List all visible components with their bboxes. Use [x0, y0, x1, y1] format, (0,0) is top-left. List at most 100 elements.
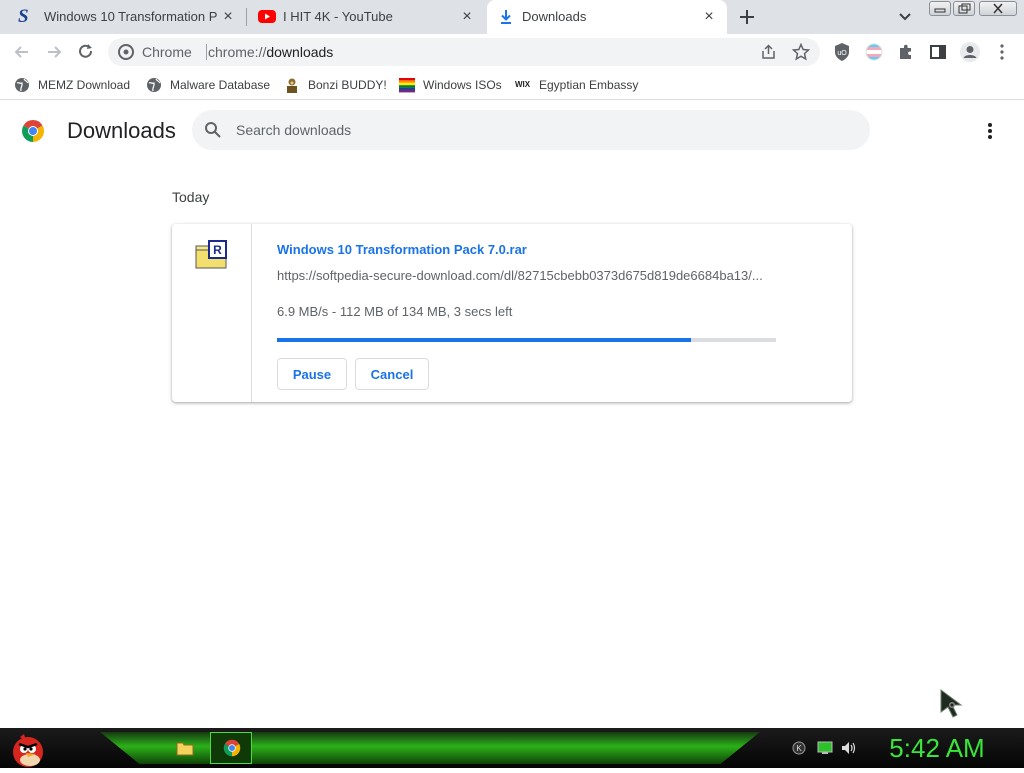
start-button[interactable] [8, 728, 48, 768]
bookmark-bonzi-buddy[interactable]: Bonzi BUDDY! [284, 76, 387, 94]
wix-icon: WIX [515, 80, 531, 89]
url-path: downloads [266, 44, 334, 60]
extensions-button[interactable] [897, 43, 915, 61]
close-icon[interactable]: × [701, 9, 717, 25]
downloads-header: Downloads [0, 102, 1024, 160]
downloads-menu-button[interactable] [980, 120, 1000, 142]
minimize-button[interactable] [929, 1, 951, 16]
download-item-card: R Windows 10 Transformation Pack 7.0.rar… [172, 224, 852, 402]
search-icon [204, 121, 222, 139]
back-arrow-icon [14, 46, 28, 58]
tab-title: Windows 10 Transformation Pack 7.0 - Dow… [44, 9, 218, 24]
bookmark-malware-database[interactable]: Malware Database [146, 76, 270, 94]
youtube-icon [258, 10, 276, 23]
forward-button[interactable] [44, 42, 64, 62]
file-name-link[interactable]: Windows 10 Transformation Pack 7.0.rar [277, 242, 527, 257]
close-window-button[interactable] [979, 1, 1017, 16]
ublock-extension-button[interactable]: uO [833, 42, 851, 62]
tray-language-icon[interactable]: K [792, 741, 806, 755]
pause-button[interactable]: Pause [277, 358, 347, 390]
bookmark-star-button[interactable] [791, 42, 811, 61]
cancel-button[interactable]: Cancel [355, 358, 429, 390]
rar-file-icon: R [195, 240, 229, 270]
browser-menu-button[interactable] [995, 43, 1009, 61]
download-arrow-icon [499, 9, 513, 25]
star-icon [791, 42, 811, 61]
tray-network-icon[interactable] [817, 741, 833, 755]
taskbar-explorer-button[interactable] [176, 740, 194, 756]
side-panel-button[interactable] [929, 43, 947, 61]
share-icon [762, 44, 775, 59]
reload-icon [79, 44, 93, 58]
svg-text:uO: uO [837, 50, 847, 57]
restore-button[interactable] [953, 1, 975, 16]
new-tab-button[interactable] [737, 7, 757, 27]
source-url-link[interactable]: https://softpedia-secure-download.com/dl… [277, 268, 777, 283]
bookmark-egyptian-embassy[interactable]: WIX Egyptian Embassy [515, 76, 638, 94]
close-icon [993, 3, 1003, 14]
tab-youtube[interactable]: I HIT 4K - YouTube × [247, 0, 485, 34]
bookmarks-bar: MEMZ Download Malware Database Bonzi BUD… [0, 70, 1024, 100]
taskbar-clock[interactable]: 5:42 AM [872, 732, 1002, 764]
back-button[interactable] [12, 42, 32, 62]
side-panel-icon [930, 45, 946, 59]
chrome-logo-icon [118, 44, 134, 60]
search-downloads-box[interactable] [192, 110, 870, 150]
plus-icon [740, 10, 754, 24]
svg-text:K: K [796, 744, 802, 753]
chevron-down-icon [899, 13, 911, 21]
angry-bird-icon [13, 734, 43, 767]
close-icon[interactable]: × [459, 9, 475, 25]
tray-volume-icon[interactable] [841, 741, 857, 755]
tab-downloads[interactable]: Downloads × [487, 0, 727, 34]
bookmark-label: Windows ISOs [423, 78, 502, 92]
page-title: Downloads [67, 118, 176, 143]
svg-text:R: R [213, 243, 222, 257]
forward-arrow-icon [48, 46, 62, 58]
mouse-cursor-icon [938, 688, 970, 720]
shield-icon: uO [835, 43, 849, 61]
tab-title: I HIT 4K - YouTube [283, 9, 393, 24]
taskbar-glow [100, 732, 760, 764]
tab-search-button[interactable] [896, 9, 914, 25]
bookmark-memz-download[interactable]: MEMZ Download [14, 76, 130, 94]
reload-button[interactable] [76, 42, 96, 62]
avatar [960, 42, 980, 62]
folder-icon [176, 742, 194, 756]
restore-icon [958, 3, 971, 14]
pride-extension-button[interactable] [865, 43, 883, 61]
url-text: chrome://downloads [208, 44, 333, 60]
close-icon[interactable]: × [220, 9, 236, 25]
tab-softpedia[interactable]: S Windows 10 Transformation Pack 7.0 - D… [8, 0, 246, 34]
file-icon-column: R [172, 224, 252, 402]
trans-flag-icon [865, 43, 883, 61]
download-progress-bar [277, 338, 776, 342]
share-button[interactable] [760, 43, 778, 61]
site-chip: Chrome [142, 44, 192, 60]
omnibox[interactable]: Chrome chrome://downloads [108, 38, 820, 66]
search-input[interactable] [236, 120, 836, 140]
bookmark-label: Bonzi BUDDY! [308, 78, 387, 92]
softpedia-s-icon: S [18, 6, 29, 27]
tab-strip: S Windows 10 Transformation Pack 7.0 - D… [0, 0, 1024, 34]
minimize-icon [934, 8, 946, 13]
omnibox-divider [206, 44, 207, 60]
taskbar-chrome-button[interactable] [210, 732, 252, 764]
chrome-logo-icon [223, 739, 241, 757]
bookmark-label: MEMZ Download [38, 78, 131, 92]
date-heading: Today [172, 189, 210, 205]
bookmark-label: Malware Database [170, 78, 271, 92]
chrome-logo-icon [21, 119, 45, 143]
bookmark-windows-isos[interactable]: Windows ISOs [399, 76, 502, 94]
url-scheme: chrome:// [208, 44, 267, 60]
kebab-menu-icon [1000, 44, 1004, 60]
kebab-menu-icon [988, 123, 992, 139]
browser-toolbar: Chrome chrome://downloads uO [0, 34, 1024, 70]
profile-button[interactable] [959, 41, 981, 63]
download-progress-fill [277, 338, 692, 342]
taskbar: K 5:42 AM [0, 728, 1024, 768]
rainbow-flag-icon [399, 77, 415, 93]
globe-icon [14, 77, 30, 93]
bookmark-label: Egyptian Embassy [539, 78, 639, 92]
globe-icon [146, 77, 162, 93]
